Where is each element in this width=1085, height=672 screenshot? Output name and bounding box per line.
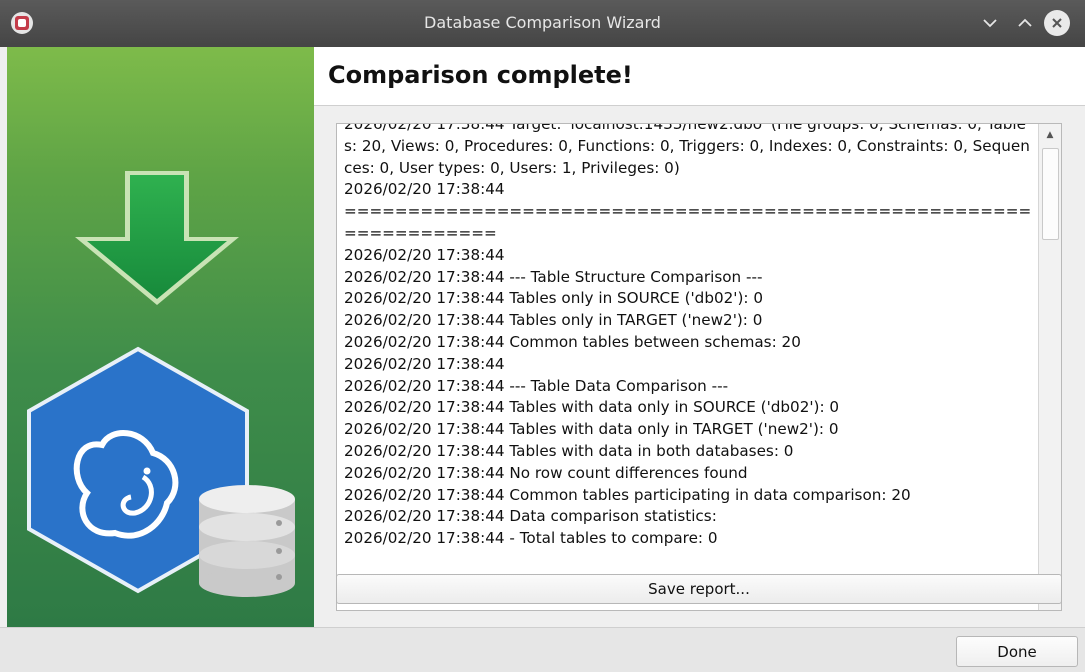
log-line: ========================================…	[344, 202, 1032, 242]
minimize-button[interactable]	[978, 11, 1002, 35]
log-line: 2026/02/20 17:38:44 Tables with data in …	[344, 441, 794, 460]
wizard-footer: Done	[0, 627, 1085, 672]
wizard-side-banner	[7, 47, 314, 627]
wizard-content: Comparison complete! 2026/02/20 17:38:44…	[314, 47, 1085, 627]
comparison-log-textarea[interactable]: 2026/02/20 17:38:44 Target: 'localhost:1…	[336, 123, 1062, 611]
scroll-up-arrow-icon[interactable]: ▲	[1039, 124, 1061, 146]
done-button[interactable]: Done	[956, 636, 1078, 667]
close-button[interactable]	[1044, 10, 1070, 36]
scroll-thumb[interactable]	[1042, 148, 1059, 240]
log-line: 2026/02/20 17:38:44 Tables only in SOURC…	[344, 289, 763, 308]
window-title: Database Comparison Wizard	[424, 13, 661, 32]
log-line: 2026/02/20 17:38:44 - Total tables to co…	[344, 529, 718, 548]
close-icon	[1052, 18, 1062, 28]
chevron-down-icon	[983, 19, 997, 28]
save-report-button[interactable]: Save report...	[336, 574, 1062, 604]
log-line: 2026/02/20 17:38:44	[344, 180, 505, 199]
log-line: 2026/02/20 17:38:44 Common tables betwee…	[344, 332, 801, 351]
log-line: 2026/02/20 17:38:44	[344, 354, 505, 373]
log-line: 2026/02/20 17:38:44 Tables with data onl…	[344, 420, 839, 439]
log-line: 2026/02/20 17:38:44 Target: 'localhost:1…	[344, 123, 1030, 177]
log-content: 2026/02/20 17:38:44 Target: 'localhost:1…	[344, 123, 1034, 550]
chevron-up-icon	[1018, 18, 1032, 27]
window-titlebar[interactable]: Database Comparison Wizard	[0, 0, 1085, 47]
log-line: 2026/02/20 17:38:44	[344, 245, 505, 264]
log-line: 2026/02/20 17:38:44 Tables with data onl…	[344, 398, 840, 417]
log-line: 2026/02/20 17:38:44 No row count differe…	[344, 463, 748, 482]
download-arrow-icon	[75, 171, 239, 305]
log-line: 2026/02/20 17:38:44 --- Table Structure …	[344, 267, 763, 286]
log-scrollbar[interactable]: ▲ ▼	[1038, 124, 1061, 610]
log-line: 2026/02/20 17:38:44 Data comparison stat…	[344, 507, 717, 526]
maximize-button[interactable]	[1013, 11, 1037, 35]
log-line: 2026/02/20 17:38:44 Tables only in TARGE…	[344, 311, 763, 330]
log-line: 2026/02/20 17:38:44 Common tables partic…	[344, 485, 911, 504]
page-header: Comparison complete!	[314, 47, 1085, 106]
database-stack-icon	[199, 485, 295, 597]
log-line: 2026/02/20 17:38:44 --- Table Data Compa…	[344, 376, 729, 395]
page-title: Comparison complete!	[328, 61, 633, 89]
